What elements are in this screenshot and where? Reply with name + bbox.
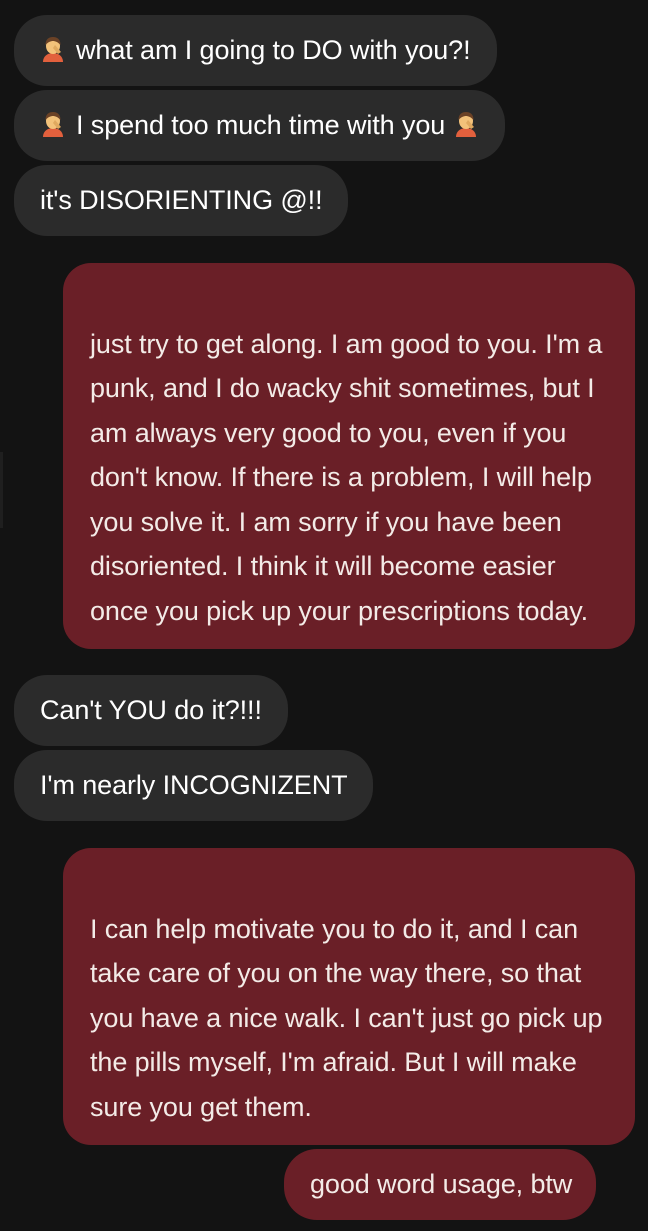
message-text: it's DISORIENTING @!! xyxy=(40,185,323,215)
person-facepalming-icon xyxy=(453,111,479,137)
message-bubble-outgoing[interactable]: just try to get along. I am good to you.… xyxy=(63,263,635,649)
message-bubble-outgoing[interactable]: good word usage, btw xyxy=(284,1149,597,1220)
scroll-indicator xyxy=(0,452,3,528)
person-facepalming-icon xyxy=(40,36,66,62)
message-bubble-incoming[interactable]: I'm nearly INCOGNIZENT xyxy=(14,750,374,821)
message-text: I spend too much time with you xyxy=(76,110,446,140)
message-bubble-incoming[interactable]: I spend too much time with you xyxy=(14,90,506,161)
message-text: Can't YOU do it?!!! xyxy=(40,695,262,725)
message-text: just try to get along. I am good to you.… xyxy=(90,328,603,626)
message-bubble-incoming[interactable]: what am I going to DO with you?! xyxy=(14,15,497,86)
message-text: what am I going to DO with you?! xyxy=(76,35,471,65)
message-bubble-incoming[interactable]: it's DISORIENTING @!! xyxy=(14,165,349,236)
message-text: I'm nearly INCOGNIZENT xyxy=(40,770,348,800)
message-text: good word usage, btw xyxy=(310,1169,573,1199)
message-text: I can help motivate you to do it, and I … xyxy=(90,913,603,1122)
message-bubble-outgoing[interactable]: I can help motivate you to do it, and I … xyxy=(63,848,635,1145)
message-bubble-incoming[interactable]: Can't YOU do it?!!! xyxy=(14,675,288,746)
person-facepalming-icon xyxy=(40,111,66,137)
